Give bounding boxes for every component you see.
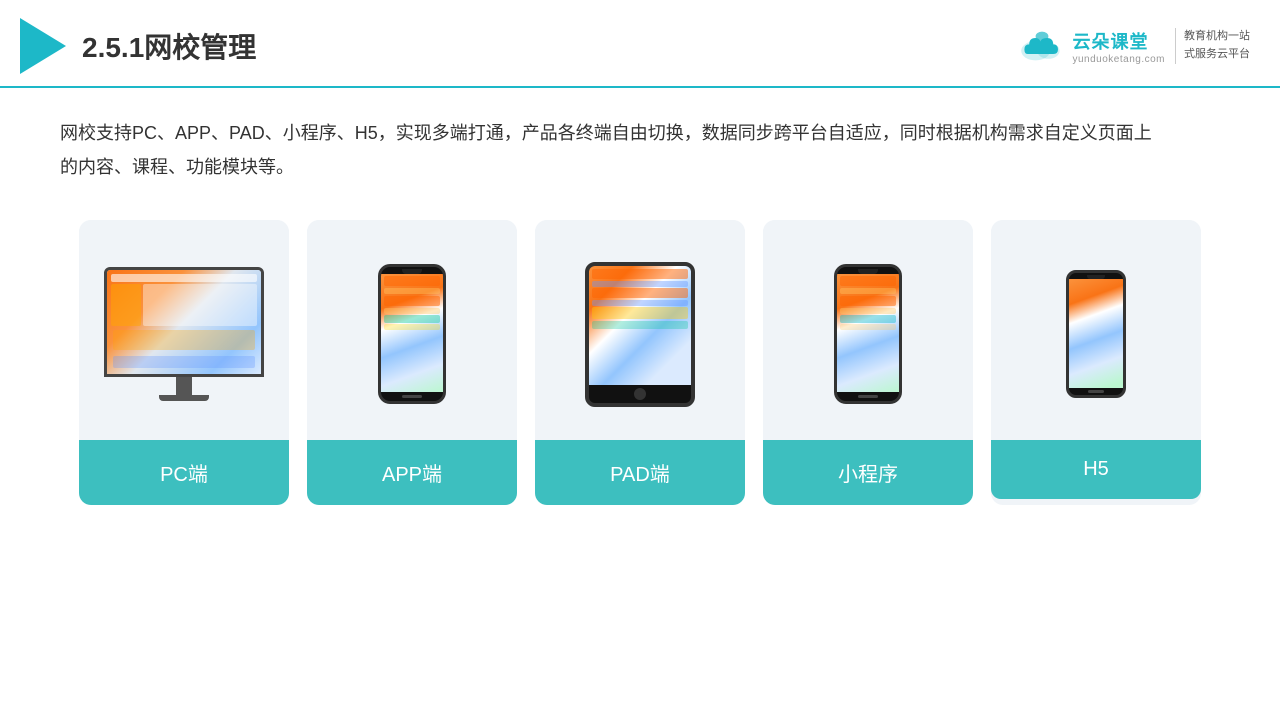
header: 2.5.1网校管理 云朵课堂 yunduoketang.com 教育机构一站式服… [0,0,1280,88]
brand-slogan: 教育机构一站式服务云平台 [1175,28,1250,63]
description-text: 网校支持PC、APP、PAD、小程序、H5，实现多端打通，产品各终端自由切换，数… [60,116,1160,184]
phone-mock-app [378,264,446,404]
card-image-pc [79,220,289,440]
card-label-miniprogram: 小程序 [763,440,973,505]
card-label-pad: PAD端 [535,440,745,505]
phone-mock-miniprogram [834,264,902,404]
card-label-h5: H5 [991,440,1201,499]
card-label-pc: PC端 [79,440,289,505]
card-image-pad [535,220,745,440]
cards-row: PC端 APP端 [60,220,1220,505]
card-image-miniprogram [763,220,973,440]
card-image-h5 [991,220,1201,440]
card-image-app [307,220,517,440]
header-left: 2.5.1网校管理 [20,18,256,74]
card-pad: PAD端 [535,220,745,505]
main-content: 网校支持PC、APP、PAD、小程序、H5，实现多端打通，产品各终端自由切换，数… [0,88,1280,525]
card-h5: H5 [991,220,1201,505]
pc-monitor-icon [104,267,264,401]
cloud-icon [1018,28,1066,64]
card-app: APP端 [307,220,517,505]
header-right: 云朵课堂 yunduoketang.com 教育机构一站式服务云平台 [1018,28,1250,65]
brand-logo: 云朵课堂 yunduoketang.com 教育机构一站式服务云平台 [1018,28,1250,65]
tablet-mock-pad [585,262,695,407]
brand-name: 云朵课堂 [1072,28,1148,54]
card-pc: PC端 [79,220,289,505]
card-miniprogram: 小程序 [763,220,973,505]
page-title: 2.5.1网校管理 [82,26,256,66]
card-label-app: APP端 [307,440,517,505]
brand-url: yunduoketang.com [1072,54,1165,65]
logo-triangle-icon [20,18,66,74]
brand-text-block: 云朵课堂 yunduoketang.com [1072,28,1165,65]
phone-mock-h5 [1066,270,1126,398]
